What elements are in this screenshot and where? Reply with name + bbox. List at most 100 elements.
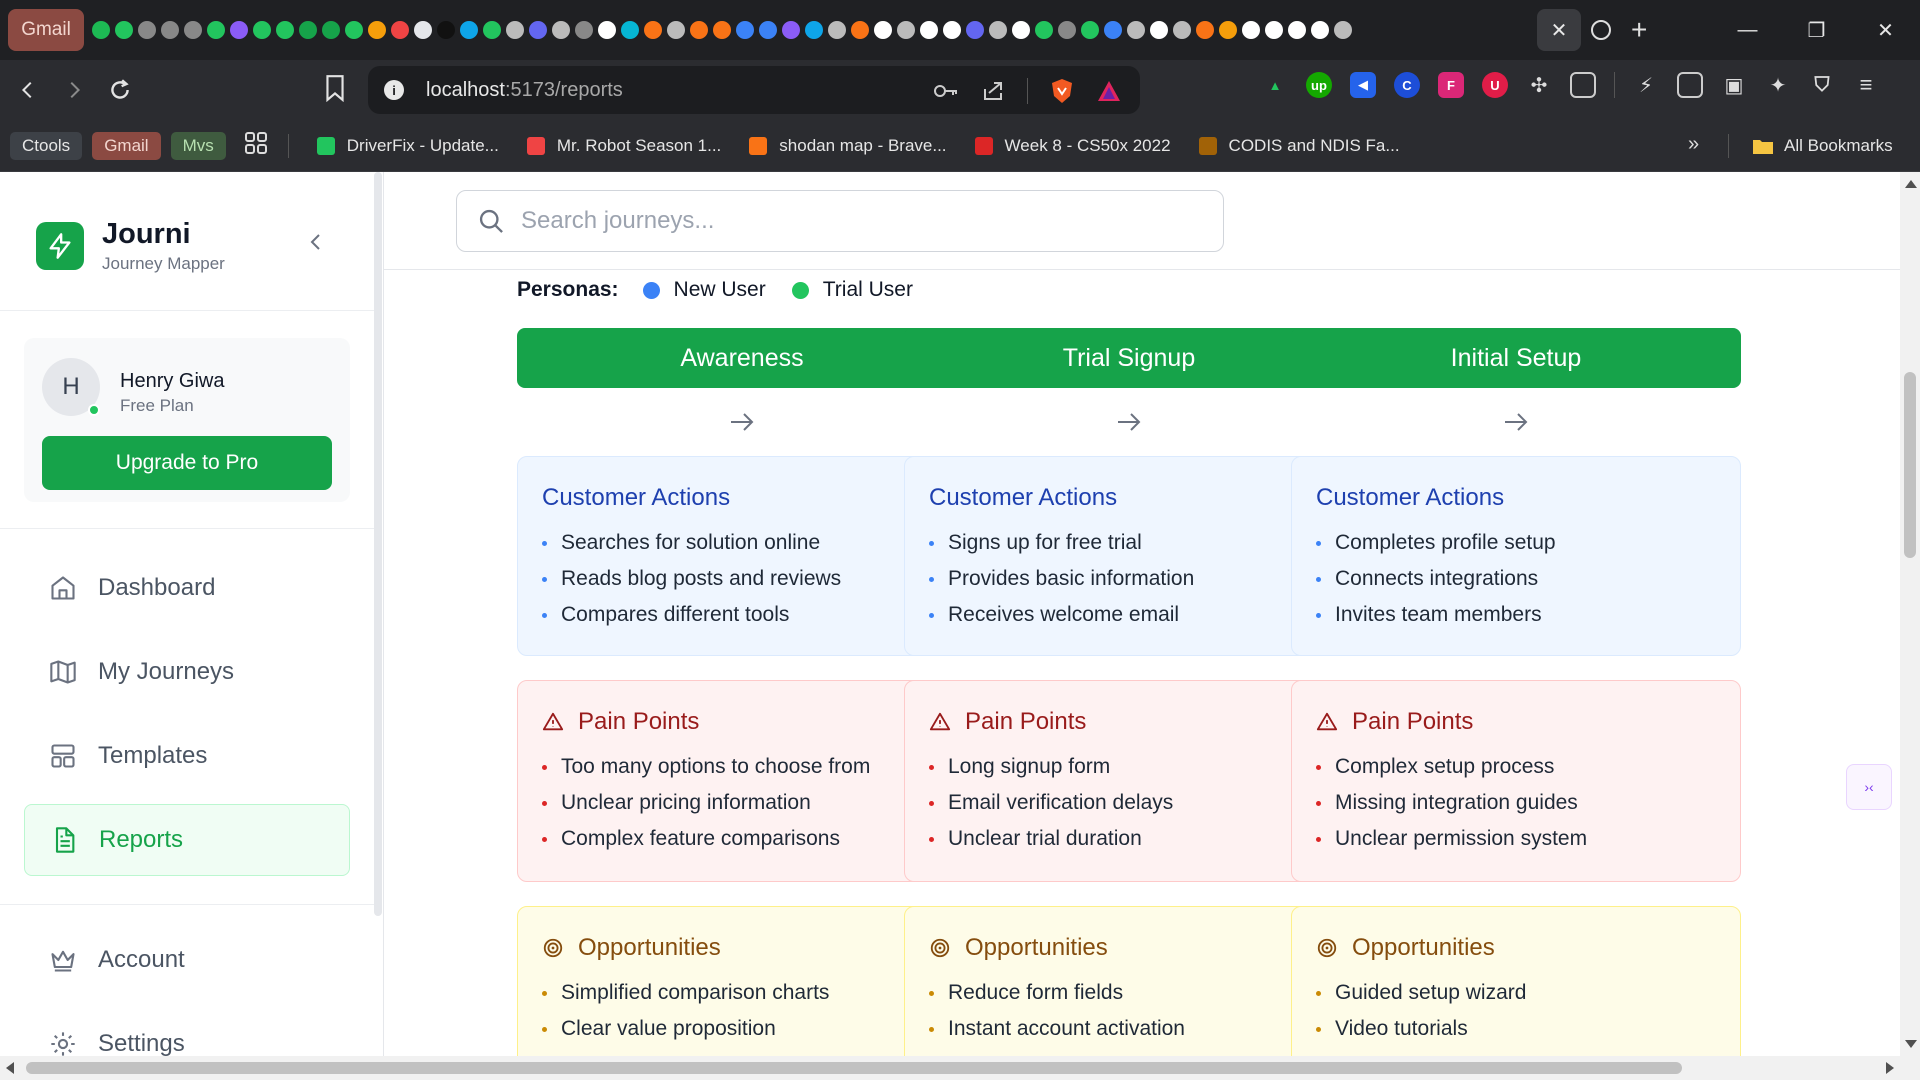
pinned-tab-favicon-icon[interactable] (276, 21, 294, 39)
pinned-tab-favicon-icon[interactable] (966, 21, 984, 39)
pinned-tab-favicon-icon[interactable] (299, 21, 317, 39)
pinned-tab-favicon-icon[interactable] (1127, 21, 1145, 39)
pinned-tab-favicon-icon[interactable] (529, 21, 547, 39)
pinned-tab-favicon-icon[interactable] (598, 21, 616, 39)
active-tab[interactable]: ✕ (1537, 9, 1581, 51)
bookmark-item[interactable]: Week 8 - CS50x 2022 (974, 136, 1171, 156)
pinned-tab-favicon-icon[interactable] (1311, 21, 1329, 39)
rewind-extension-icon[interactable]: ◀ (1350, 72, 1376, 98)
bookmark-item[interactable]: DriverFix - Update... (316, 136, 499, 156)
pinned-tab-favicon-icon[interactable] (552, 21, 570, 39)
pinned-tab-favicon-icon[interactable] (920, 21, 938, 39)
sidebar-item-settings[interactable]: Settings (24, 1008, 350, 1056)
pinned-tab-favicon-icon[interactable] (1334, 21, 1352, 39)
pinned-tab-favicon-icon[interactable] (690, 21, 708, 39)
pinned-tab-favicon-icon[interactable] (460, 21, 478, 39)
stage-header[interactable]: Initial Setup (1291, 328, 1741, 388)
new-tab-button[interactable]: + (1631, 14, 1647, 46)
minimize-icon[interactable]: — (1713, 0, 1782, 60)
brave-shield-icon[interactable] (1050, 78, 1074, 104)
scroll-up-arrow[interactable] (1905, 180, 1917, 188)
pinned-tab-favicon-icon[interactable] (115, 21, 133, 39)
close-window-icon[interactable]: ✕ (1851, 0, 1920, 60)
pinned-tab-favicon-icon[interactable] (575, 21, 593, 39)
vpn-icon[interactable]: ⛉ (1809, 72, 1835, 98)
pinned-tab-favicon-icon[interactable] (713, 21, 731, 39)
pinned-tab-favicon-icon[interactable] (161, 21, 179, 39)
sidebar-item-my-journeys[interactable]: My Journeys (24, 636, 350, 708)
collapse-sidebar-button[interactable] (304, 230, 328, 254)
bookmark-chip[interactable]: Gmail (92, 131, 161, 160)
pinned-tab-favicon-icon[interactable] (1150, 21, 1168, 39)
github-tab-icon[interactable] (1591, 20, 1611, 40)
sidebar-item-templates[interactable]: Templates (24, 720, 350, 792)
pinned-tab-favicon-icon[interactable] (1012, 21, 1030, 39)
upwork-extension-icon[interactable]: up (1306, 72, 1332, 98)
pinned-tab-favicon-icon[interactable] (253, 21, 271, 39)
vertical-scroll-thumb[interactable] (1904, 372, 1916, 558)
bookmark-item[interactable]: shodan map - Brave... (749, 136, 947, 156)
close-tab-icon[interactable]: ✕ (1551, 18, 1568, 43)
pinned-tab-favicon-icon[interactable] (1035, 21, 1053, 39)
search-input[interactable] (521, 207, 1201, 235)
ublock-extension-icon[interactable]: U (1482, 72, 1508, 98)
pinned-tab-favicon-icon[interactable] (897, 21, 915, 39)
leo-icon[interactable]: ⚡ (1633, 72, 1659, 98)
pinned-tab-favicon-icon[interactable] (414, 21, 432, 39)
upgrade-to-pro-button[interactable]: Upgrade to Pro (42, 436, 332, 490)
search-box[interactable] (456, 190, 1224, 252)
pinned-tab-favicon-icon[interactable] (345, 21, 363, 39)
pinned-tab-favicon-icon[interactable] (483, 21, 501, 39)
pinned-tab-favicon-icon[interactable] (989, 21, 1007, 39)
bookmark-page-button[interactable] (322, 74, 348, 107)
pinned-tab-favicon-icon[interactable] (1288, 21, 1306, 39)
pinned-tab-favicon-icon[interactable] (851, 21, 869, 39)
share-icon[interactable] (981, 79, 1005, 103)
c-extension-icon[interactable]: C (1394, 72, 1420, 98)
pinned-tab-favicon-icon[interactable] (506, 21, 524, 39)
pinned-tab-favicon-icon[interactable] (874, 21, 892, 39)
reader-icon[interactable] (1570, 72, 1596, 98)
puzzle-extensions-icon[interactable]: ✣ (1526, 72, 1552, 98)
pinned-tab-favicon-icon[interactable] (782, 21, 800, 39)
sidebar-scrollbar[interactable] (374, 172, 382, 916)
address-bar[interactable]: i localhost:5173/reports (368, 66, 1140, 114)
pinned-tab-favicon-icon[interactable] (322, 21, 340, 39)
wallet-icon[interactable]: ▣ (1721, 72, 1747, 98)
pinned-tab-favicon-icon[interactable] (1081, 21, 1099, 39)
pinned-tab-favicon-icon[interactable] (1104, 21, 1122, 39)
pinned-tab-favicon-icon[interactable] (621, 21, 639, 39)
sidebar-toggle-icon[interactable] (1677, 72, 1703, 98)
more-bookmarks-icon[interactable]: » (1688, 133, 1699, 156)
key-icon[interactable] (933, 80, 959, 102)
pinned-tab-favicon-icon[interactable] (1242, 21, 1260, 39)
scroll-down-arrow[interactable] (1905, 1040, 1917, 1048)
bookmark-chip[interactable]: Mvs (170, 131, 226, 160)
pinned-tab-favicon-icon[interactable] (184, 21, 202, 39)
page-horizontal-scrollbar[interactable] (0, 1056, 1920, 1080)
sidebar-item-account[interactable]: Account (24, 924, 350, 996)
dev-tools-floating-button[interactable]: ›‹ (1846, 764, 1892, 810)
pinned-tab-favicon-icon[interactable] (644, 21, 662, 39)
pinned-tab-favicon-icon[interactable] (1219, 21, 1237, 39)
scroll-right-arrow[interactable] (1886, 1062, 1894, 1074)
chart-extension-icon[interactable]: ▲ (1262, 72, 1288, 98)
pinned-tab-favicon-icon[interactable] (805, 21, 823, 39)
forward-button[interactable] (56, 72, 92, 108)
ai-sparkle-icon[interactable]: ✦ (1765, 72, 1791, 98)
page-vertical-scrollbar[interactable] (1900, 172, 1920, 1056)
menu-icon[interactable]: ≡ (1853, 72, 1879, 98)
reload-button[interactable] (102, 72, 138, 108)
brave-rewards-icon[interactable] (1096, 79, 1122, 103)
pinned-tab-favicon-icon[interactable] (759, 21, 777, 39)
all-bookmarks-button[interactable]: All Bookmarks (1752, 120, 1893, 172)
pinned-tab-favicon-icon[interactable] (943, 21, 961, 39)
pinned-tab-favicon-icon[interactable] (230, 21, 248, 39)
stage-header[interactable]: Trial Signup (904, 328, 1354, 388)
pinned-tab-favicon-icon[interactable] (1265, 21, 1283, 39)
horizontal-scroll-thumb[interactable] (26, 1062, 1682, 1074)
pinned-tab-favicon-icon[interactable] (667, 21, 685, 39)
pinned-tab-favicon-icon[interactable] (437, 21, 455, 39)
sidebar-item-reports[interactable]: Reports (24, 804, 350, 876)
apps-grid-icon[interactable] (244, 131, 268, 160)
